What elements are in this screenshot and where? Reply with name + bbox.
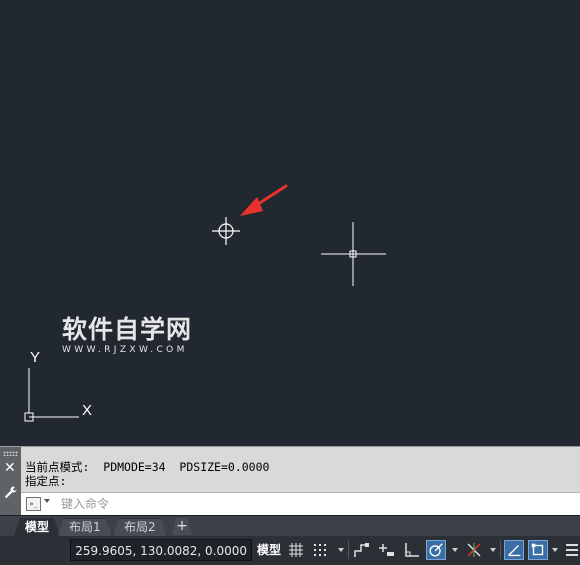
ucs-y-label: Y: [30, 349, 40, 366]
customization-icon[interactable]: [562, 540, 580, 560]
model-space-button[interactable]: 模型: [254, 539, 284, 561]
command-window: ✕ 当前点模式: PDMODE=34 PDSIZE=0.0000 指定点: »_…: [0, 446, 580, 516]
command-input[interactable]: »_ 键入命令: [21, 492, 580, 515]
tab-layout1[interactable]: 布局1: [58, 518, 112, 536]
layout-tabs: 模型 布局1 布局2 +: [0, 515, 580, 536]
coordinates-display[interactable]: 259.9605, 130.0082, 0.0000: [70, 539, 252, 561]
tab-model[interactable]: 模型: [14, 518, 60, 536]
chevron-down-icon[interactable]: [490, 548, 496, 552]
watermark-url: WWW.RJZXW.COM: [62, 345, 188, 355]
chevron-down-icon[interactable]: [452, 548, 458, 552]
drawing-canvas[interactable]: Y X 软件自学网 WWW.RJZXW.COM: [0, 0, 580, 446]
dynamic-input-icon[interactable]: [376, 540, 396, 560]
divider: [348, 541, 349, 559]
crosshair-cursor: [321, 222, 386, 286]
wrench-icon[interactable]: [3, 485, 18, 500]
command-history-line: 当前点模式: PDMODE=34 PDSIZE=0.0000: [25, 460, 270, 474]
chevron-down-icon[interactable]: [44, 499, 50, 503]
chevron-down-icon[interactable]: [552, 548, 558, 552]
divider: [500, 541, 501, 559]
object-snap-icon[interactable]: [528, 540, 548, 560]
ortho-icon[interactable]: [402, 540, 422, 560]
watermark: 软件自学网 WWW.RJZXW.COM: [62, 316, 192, 356]
command-prompt-icon[interactable]: »_: [26, 497, 41, 511]
polar-tracking-icon[interactable]: [426, 540, 446, 560]
command-input-placeholder: 键入命令: [61, 497, 110, 511]
watermark-title: 软件自学网: [62, 315, 193, 344]
canvas-graphics: Y X: [24, 184, 386, 422]
tab-layout2[interactable]: 布局2: [113, 518, 167, 536]
infer-constraints-icon[interactable]: [352, 540, 372, 560]
add-layout-button[interactable]: +: [172, 518, 192, 535]
drag-grip-icon[interactable]: [3, 451, 18, 456]
command-history-line: 指定点:: [25, 474, 67, 488]
snap-icon[interactable]: [310, 540, 330, 560]
drawn-point-marker[interactable]: [212, 217, 240, 245]
chevron-down-icon[interactable]: [338, 548, 344, 552]
ucs-x-label: X: [82, 402, 92, 419]
command-window-toolbar: ✕: [0, 447, 21, 516]
ucs-icon: [24, 368, 79, 422]
close-icon[interactable]: ✕: [4, 461, 16, 475]
annotation-arrow-icon: [240, 184, 288, 216]
grid-icon[interactable]: [286, 540, 306, 560]
isometric-drafting-icon[interactable]: [464, 540, 484, 560]
status-bar: 259.9605, 130.0082, 0.0000 模型: [0, 536, 580, 565]
object-snap-tracking-icon[interactable]: [504, 540, 524, 560]
